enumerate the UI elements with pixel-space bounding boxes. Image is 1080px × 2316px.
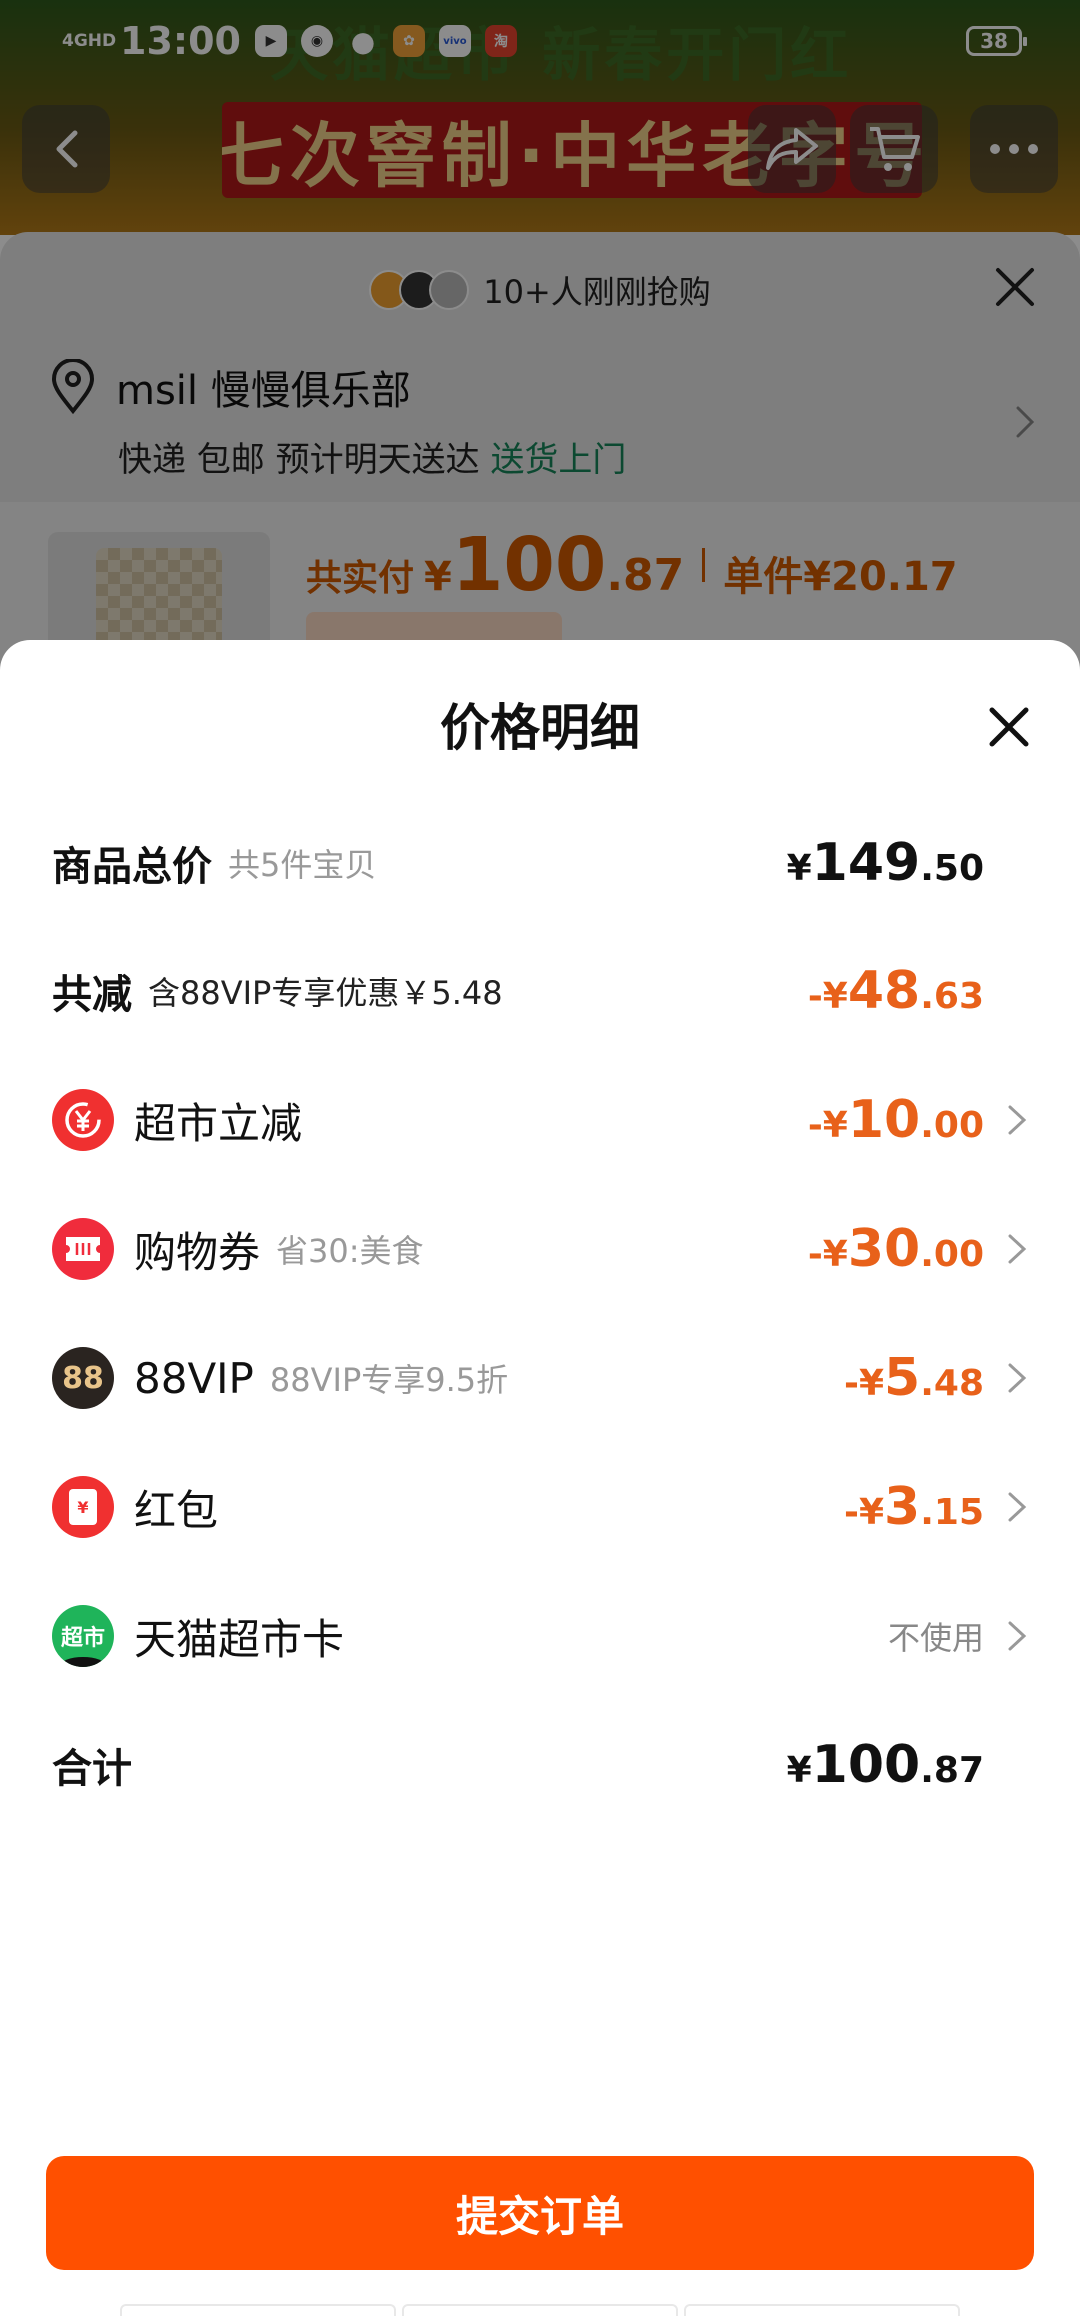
- goods-count: 共5件宝贝: [228, 846, 377, 884]
- discount-item-note: 省30:美食: [276, 1232, 424, 1270]
- grand-total-amount: ¥100.87: [786, 1735, 984, 1795]
- goods-total-row: 商品总价 共5件宝贝 ¥149.50: [52, 828, 1028, 898]
- discount-item-label: 超市立减: [134, 1098, 303, 1148]
- discount-item-label: 红包: [134, 1485, 219, 1535]
- supermarket-card-row[interactable]: 超市 天猫超市卡 不使用: [52, 1601, 1028, 1671]
- discount-item-label: 购物券: [134, 1227, 261, 1277]
- total-discount-row: 共减 含88VIP专享优惠￥5.48 -¥ 48.63: [52, 956, 1028, 1026]
- supermarket-card-icon: 超市: [52, 1605, 114, 1667]
- chevron-right-icon: [1008, 1363, 1027, 1393]
- discount-item-note: 88VIP专享9.5折: [269, 1361, 509, 1399]
- discount-item-amount: -¥ 5.48: [844, 1348, 984, 1408]
- grand-total-label: 合计: [52, 1746, 132, 1792]
- sheet-title: 价格明细: [440, 699, 640, 757]
- keyboard-hint-strip: [120, 2304, 960, 2316]
- vip-discount-note: 含88VIP专享优惠￥5.48: [148, 974, 503, 1012]
- goods-total-amount: ¥149.50: [786, 833, 984, 893]
- discount-item-88vip[interactable]: 88 88VIP 88VIP专享9.5折 -¥ 5.48: [52, 1343, 1028, 1413]
- total-discount-label: 共减: [52, 972, 132, 1018]
- yen-rebate-icon: [52, 1089, 114, 1151]
- supermarket-card-label: 天猫超市卡: [134, 1614, 345, 1664]
- 88vip-icon: 88: [52, 1347, 114, 1409]
- coupon-icon: [52, 1218, 114, 1280]
- discount-item-label: 88VIP: [134, 1353, 254, 1403]
- total-discount-amount: -¥ 48.63: [807, 961, 984, 1021]
- discount-item-supermarket[interactable]: 超市立减 -¥ 10.00: [52, 1085, 1028, 1155]
- close-icon[interactable]: [988, 706, 1030, 748]
- chevron-right-icon: [1008, 1234, 1027, 1264]
- grand-total-row: 合计 ¥100.87: [52, 1730, 1028, 1800]
- chevron-right-icon: [1008, 1492, 1027, 1522]
- chevron-right-icon: [1008, 1105, 1027, 1135]
- red-packet-icon: ¥: [52, 1476, 114, 1538]
- price-detail-sheet: 价格明细 商品总价 共5件宝贝 ¥149.50 共减 含88VIP专享优惠￥5.…: [0, 640, 1080, 2316]
- discount-item-amount: -¥ 3.15: [844, 1477, 984, 1537]
- submit-order-button[interactable]: 提交订单: [46, 2156, 1034, 2270]
- discount-item-coupon[interactable]: 购物券 省30:美食 -¥ 30.00: [52, 1214, 1028, 1284]
- discount-item-red-packet[interactable]: ¥ 红包 -¥ 3.15: [52, 1472, 1028, 1542]
- discount-item-amount: -¥ 30.00: [807, 1219, 984, 1279]
- discount-item-amount: -¥ 10.00: [807, 1090, 984, 1150]
- goods-total-label: 商品总价: [52, 844, 212, 890]
- chevron-right-icon: [1008, 1621, 1027, 1651]
- supermarket-card-status: 不使用: [887, 1619, 984, 1657]
